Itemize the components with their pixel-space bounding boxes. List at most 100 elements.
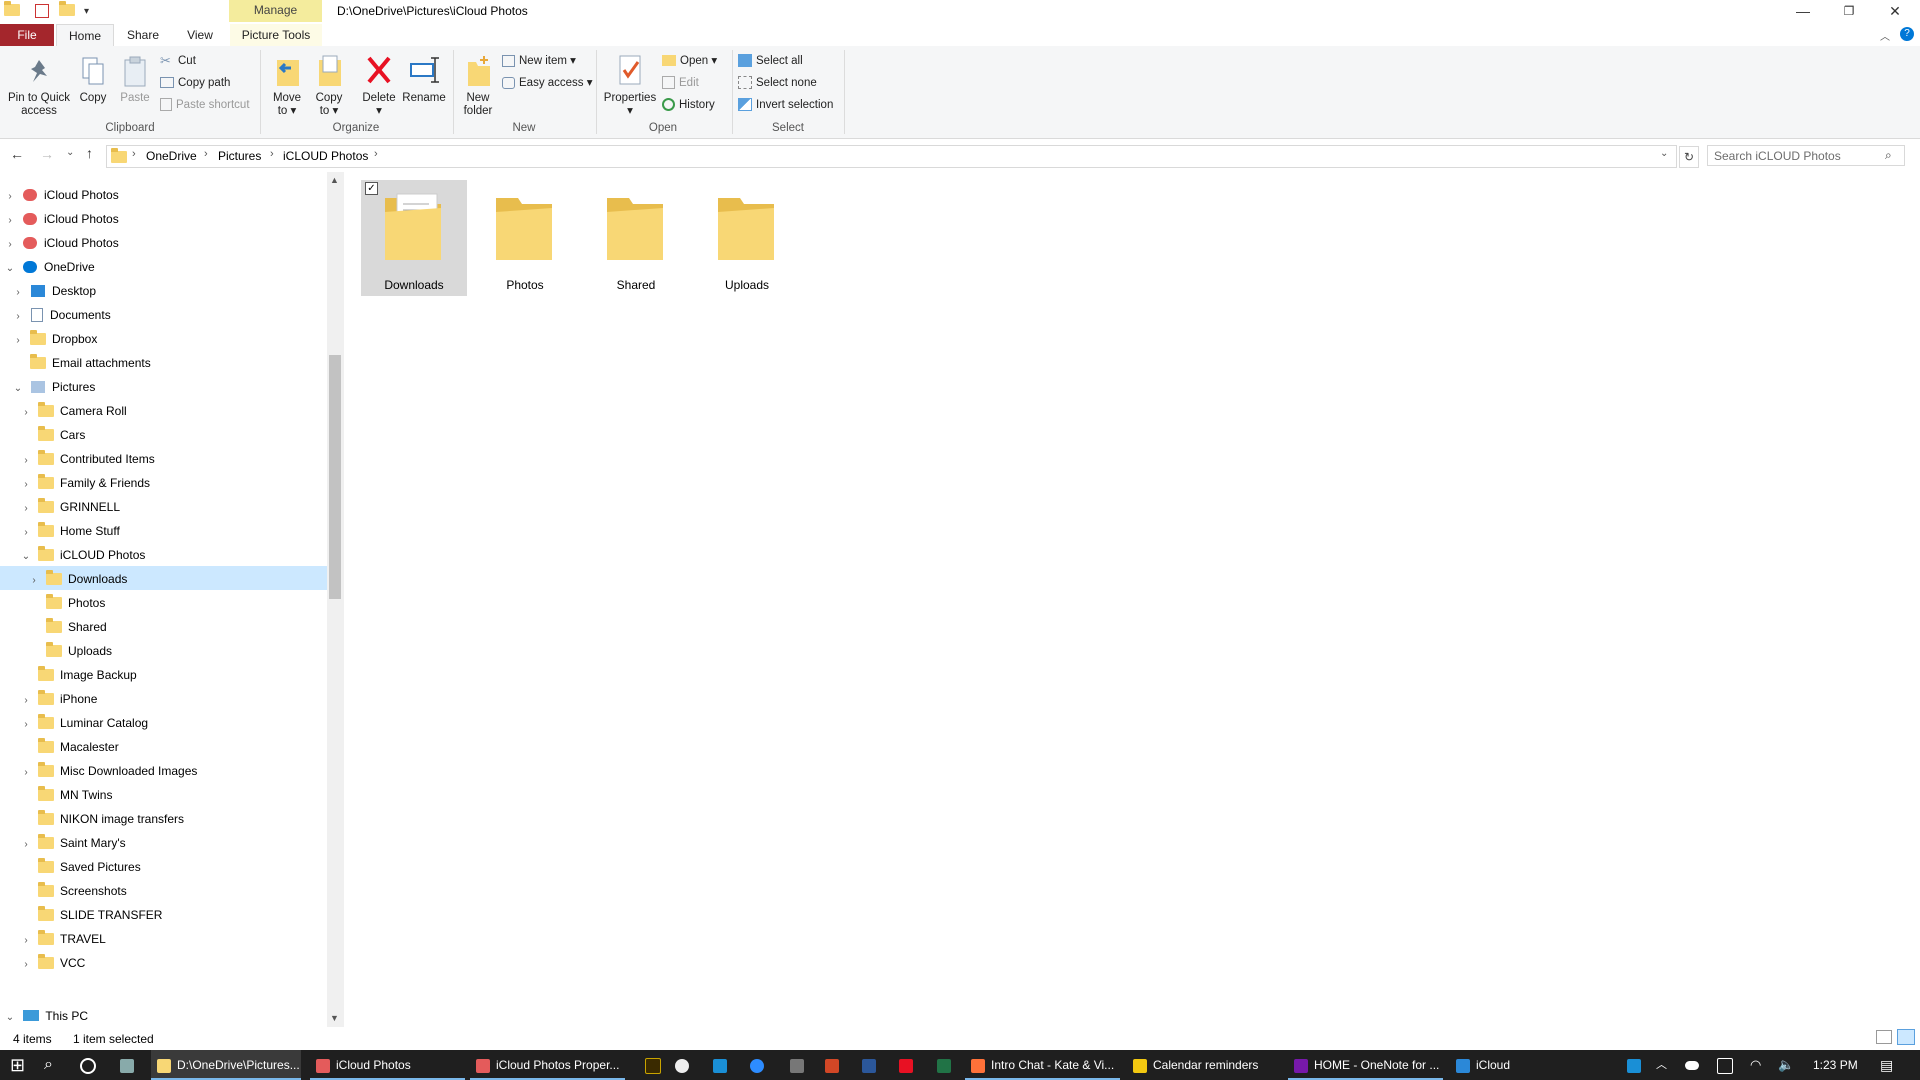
taskbar-calendar-reminders-button[interactable]: Calendar reminders [1127, 1050, 1282, 1080]
chevron-right-icon[interactable]: › [20, 401, 32, 425]
taskbar-explorer-button[interactable]: D:\OneDrive\Pictures... [151, 1050, 301, 1080]
taskbar-app-icon[interactable] [645, 1050, 667, 1080]
tab-picture-tools[interactable]: Picture Tools [230, 24, 322, 46]
paste-shortcut-button[interactable]: Paste shortcut [160, 95, 250, 115]
folder-item-uploads[interactable]: Uploads [694, 180, 800, 296]
task-view-icon[interactable] [80, 1050, 96, 1080]
tray-icon[interactable] [1717, 1050, 1739, 1080]
delete-button[interactable]: Delete ▾ [358, 54, 400, 118]
nav-scrollbar[interactable] [327, 172, 344, 1027]
copy-to-button[interactable]: Copy to ▾ [310, 54, 348, 118]
history-button[interactable]: History [662, 95, 715, 115]
nav-item[interactable]: Screenshots [20, 879, 127, 903]
chevron-right-icon[interactable]: › [20, 521, 32, 545]
new-folder-button[interactable]: New folder [458, 54, 498, 118]
chevron-right-icon[interactable]: › [204, 148, 208, 160]
folder-item-photos[interactable]: Photos [472, 180, 578, 296]
nav-item[interactable]: ⌄ OneDrive [4, 255, 95, 279]
chevron-right-icon[interactable]: › [4, 185, 16, 209]
chevron-right-icon[interactable]: › [12, 329, 24, 353]
close-button[interactable]: ✕ [1872, 0, 1918, 24]
new-folder-icon[interactable] [58, 0, 75, 16]
search-icon[interactable]: ⌕ [44, 1050, 53, 1080]
chevron-down-icon[interactable]: ⌄ [4, 257, 16, 281]
chevron-right-icon[interactable]: › [20, 497, 32, 521]
chevron-right-icon[interactable]: › [374, 148, 378, 160]
nav-item[interactable]: › Saint Mary's [20, 831, 126, 855]
manage-tab[interactable]: Manage [229, 0, 322, 22]
clock-time[interactable]: 1:23 PM [1813, 1050, 1858, 1080]
taskbar-firefox-button[interactable]: Intro Chat - Kate & Vi... [965, 1050, 1120, 1080]
volume-icon[interactable]: 🔈 [1778, 1050, 1794, 1080]
nav-item[interactable]: ⌄ iCLOUD Photos [20, 543, 145, 567]
rename-button[interactable]: Rename [402, 54, 446, 105]
chevron-right-icon[interactable]: › [12, 305, 24, 329]
nav-item[interactable]: › iPhone [20, 687, 97, 711]
chevron-right-icon[interactable]: › [20, 689, 32, 713]
paste-button[interactable]: Paste [118, 56, 152, 105]
large-icons-view-icon[interactable] [1897, 1029, 1915, 1045]
recent-locations-icon[interactable]: ⌄ [66, 147, 74, 158]
nav-item[interactable]: › Documents [12, 303, 111, 327]
taskbar-icloud-button[interactable]: iCloud [1450, 1050, 1570, 1080]
nav-item[interactable]: Shared [28, 615, 107, 639]
minimize-button[interactable]: — [1780, 0, 1826, 24]
breadcrumb-onedrive[interactable]: OneDrive [146, 149, 197, 163]
taskbar-icloud-photos-button[interactable]: iCloud Photos [310, 1050, 465, 1080]
nav-item[interactable]: › VCC [20, 951, 85, 975]
nav-item[interactable]: Photos [28, 591, 105, 615]
chevron-right-icon[interactable]: › [4, 209, 16, 233]
nav-item[interactable]: MN Twins [20, 783, 112, 807]
chevron-right-icon[interactable]: › [12, 281, 24, 305]
nav-item[interactable]: Cars [20, 423, 85, 447]
address-dropdown-icon[interactable]: ⌄ [1660, 148, 1668, 159]
word-icon[interactable] [862, 1050, 882, 1080]
copy-button[interactable]: Copy [76, 56, 110, 105]
edit-button[interactable]: Edit [662, 73, 699, 93]
tab-file[interactable]: File [0, 24, 54, 46]
nav-item[interactable]: › iCloud Photos [4, 183, 118, 209]
restore-button[interactable]: ❐ [1826, 0, 1872, 24]
chevron-right-icon[interactable]: › [20, 833, 32, 857]
chevron-right-icon[interactable]: › [20, 473, 32, 497]
select-none-button[interactable]: Select none [738, 73, 817, 93]
scroll-down-icon[interactable]: ▼ [330, 1013, 339, 1023]
taskbar-app-icon[interactable] [713, 1050, 733, 1080]
chevron-right-icon[interactable]: › [20, 713, 32, 737]
open-button[interactable]: Open ▾ [662, 51, 717, 71]
pin-to-quick-access-button[interactable]: Pin to Quick access [4, 56, 74, 118]
chevron-right-icon[interactable]: › [20, 761, 32, 785]
nav-item-this-pc[interactable]: ⌄ This PC [4, 1004, 88, 1028]
nav-item[interactable]: ⌄ Pictures [12, 375, 96, 399]
nav-item[interactable]: › iCloud Photos [4, 207, 118, 233]
chevron-right-icon[interactable]: › [20, 953, 32, 977]
move-to-button[interactable]: Move to ▾ [268, 54, 306, 118]
taskbar-icloud-properties-button[interactable]: iCloud Photos Proper... [470, 1050, 625, 1080]
nav-item[interactable]: Email attachments [12, 351, 151, 375]
search-icon[interactable]: ⌕ [1885, 148, 1892, 163]
tab-home[interactable]: Home [56, 24, 114, 48]
chevron-right-icon[interactable]: › [20, 929, 32, 953]
nav-item[interactable]: › Downloads [28, 567, 127, 591]
notifications-icon[interactable]: ▤ [1880, 1050, 1893, 1080]
collapse-ribbon-icon[interactable]: ︿ [1880, 28, 1890, 43]
help-icon[interactable]: ? [1900, 27, 1914, 41]
nav-item[interactable]: Saved Pictures [20, 855, 141, 879]
copy-path-button[interactable]: Copy path [160, 73, 230, 93]
new-item-button[interactable]: New item ▾ [502, 51, 576, 71]
nav-item[interactable]: › Home Stuff [20, 519, 120, 543]
nav-item[interactable]: Image Backup [20, 663, 137, 687]
select-all-button[interactable]: Select all [738, 51, 803, 71]
chevron-right-icon[interactable]: › [270, 148, 274, 160]
details-view-icon[interactable] [1876, 1030, 1892, 1044]
onedrive-tray-icon[interactable] [1685, 1050, 1705, 1080]
chevron-down-icon[interactable]: ⌄ [20, 545, 32, 569]
cut-button[interactable]: ✂ Cut [160, 51, 196, 71]
nav-item[interactable]: › Misc Downloaded Images [20, 759, 197, 783]
show-hidden-icons-icon[interactable]: ︿ [1656, 1050, 1667, 1080]
nav-item[interactable]: SLIDE TRANSFER [20, 903, 162, 927]
nav-item[interactable]: › TRAVEL [20, 927, 106, 951]
tab-view[interactable]: View [173, 24, 227, 46]
invert-selection-button[interactable]: Invert selection [738, 95, 833, 115]
customize-toolbar-icon[interactable]: ▾ [84, 6, 89, 17]
